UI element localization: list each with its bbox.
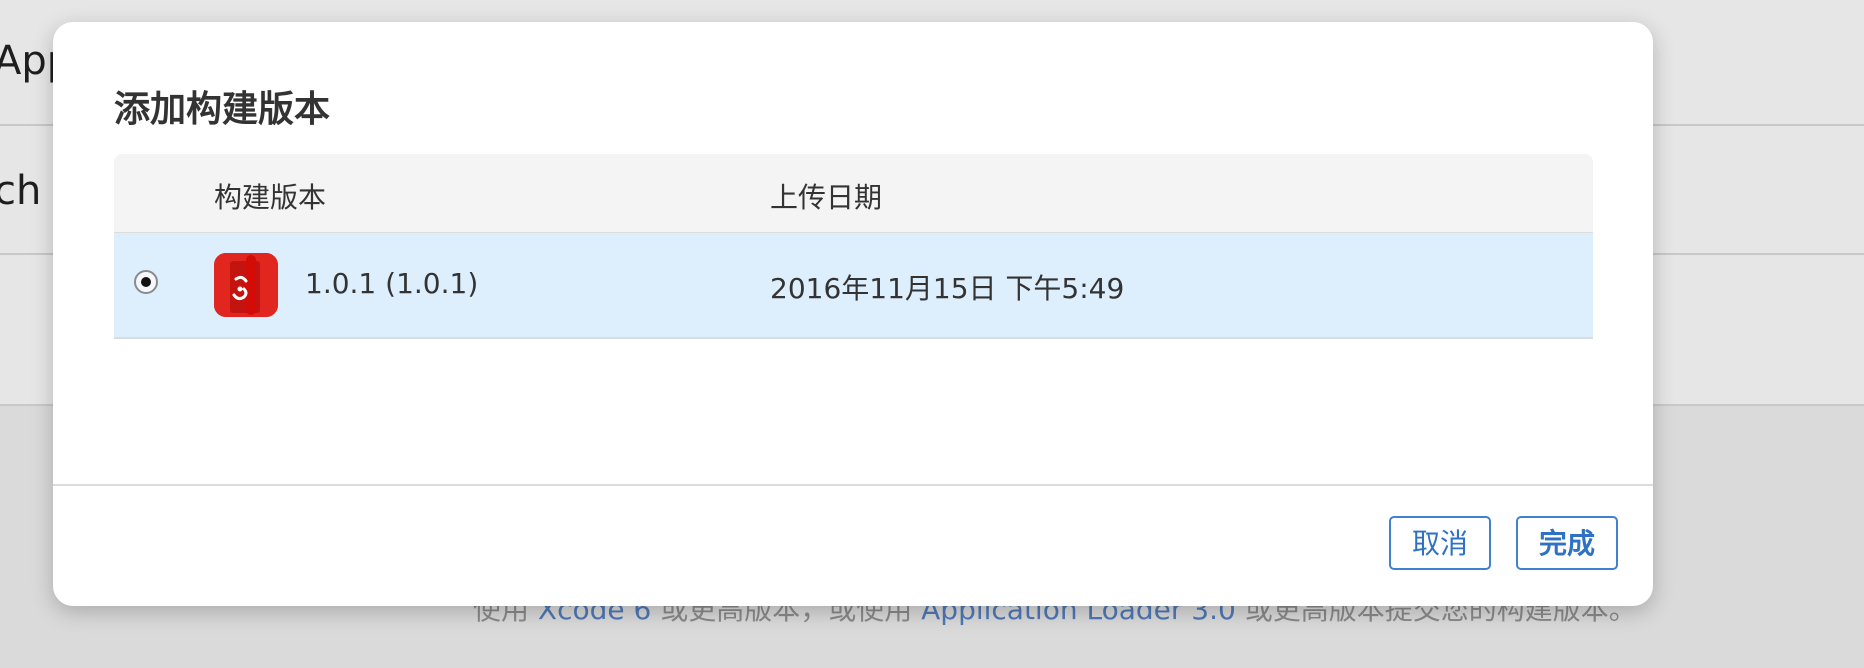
dialog-footer-divider [53,484,1653,486]
app-icon [214,253,278,317]
column-header-upload-date: 上传日期 [770,181,883,214]
build-upload-date: 2016年11月15日 下午5:49 [770,272,1125,305]
table-header: 构建版本 上传日期 [114,154,1593,233]
add-build-dialog: 添加构建版本 构建版本 上传日期 1.0.1 (1.0.1) 2016年11月1… [53,22,1653,606]
radio-selected-dot [141,277,151,287]
build-version: 1.0.1 (1.0.1) [305,267,479,300]
done-button[interactable]: 完成 [1516,516,1618,570]
table-row[interactable]: 1.0.1 (1.0.1) 2016年11月15日 下午5:49 [114,233,1593,339]
dialog-title: 添加构建版本 [114,89,331,130]
background-row-text: ch [0,168,42,214]
column-header-build: 构建版本 [214,181,327,214]
cancel-button[interactable]: 取消 [1389,516,1491,570]
app-icon-glyph [214,253,278,317]
build-radio-button[interactable] [134,270,158,294]
builds-table: 构建版本 上传日期 1.0.1 (1.0.1) 2016年11月15日 下午5:… [114,154,1593,339]
